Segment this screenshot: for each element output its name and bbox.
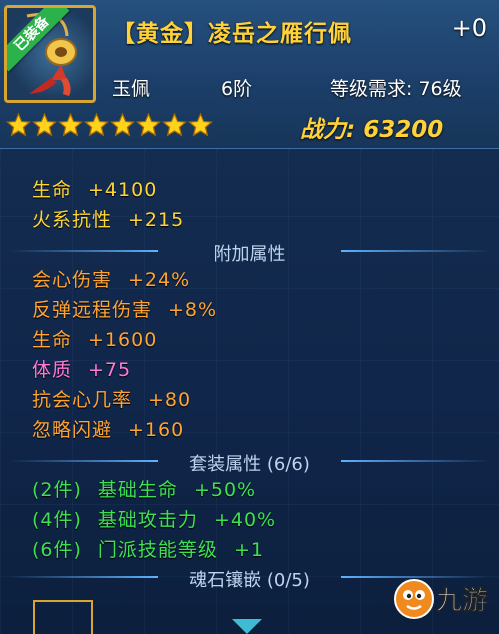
stat-value: +40% (213, 509, 277, 531)
stat-name: 生命 (32, 179, 73, 201)
bonus-stat-line: 会心伤害 +24% (32, 265, 190, 292)
watermark-logo-icon: 九游 (394, 579, 488, 619)
bonus-stat-line: 忽略闪避 +160 (32, 415, 184, 442)
section-bonus-divider: 附加属性 (0, 240, 499, 265)
section-bonus-title: 附加属性 (213, 244, 286, 265)
set-pieces: (2件) (32, 479, 82, 501)
stat-value: +50% (193, 479, 257, 501)
set-pieces: (4件) (32, 509, 82, 531)
bonus-stat-line: 抗会心几率 +80 (32, 385, 191, 412)
stat-name: 抗会心几率 (32, 389, 133, 411)
enhance-level: +0 (451, 14, 487, 42)
star-icon (136, 112, 161, 137)
stat-value: +75 (88, 359, 132, 381)
soul-stone-socket[interactable] (33, 600, 93, 634)
stat-value: +80 (148, 389, 192, 411)
stat-name: 门派技能等级 (97, 539, 218, 561)
stat-name: 生命 (32, 329, 73, 351)
combat-power-value: 63200 (363, 117, 444, 143)
scroll-down-arrow-icon[interactable] (232, 619, 262, 634)
stat-value: +160 (128, 419, 185, 441)
level-requirement: 等级需求: 76级 (330, 78, 462, 100)
base-stat-line: 火系抗性 +215 (32, 205, 184, 232)
star-icon (58, 112, 83, 137)
bonus-stat-line: 反弹远程伤害 +8% (32, 295, 217, 322)
combat-power-label: 战力: (300, 117, 356, 143)
site-watermark: 九游 (392, 575, 496, 623)
stat-name: 基础生命 (97, 479, 178, 501)
item-header: 已装备 【黄金】凌岳之雁行佩 +0 玉佩 6阶 等级需求: 76级 战力: 63… (0, 0, 499, 149)
star-icon (188, 112, 213, 137)
stat-value: +24% (128, 269, 191, 291)
section-set-divider: 套装属性 (6/6) (0, 450, 499, 475)
item-rank: 6阶 (221, 78, 253, 100)
divider-line (341, 250, 491, 252)
bonus-stat-line: 生命 +1600 (32, 325, 157, 352)
divider-line (341, 460, 491, 462)
star-icon (6, 112, 31, 137)
stat-value: +215 (128, 209, 185, 231)
star-icon (110, 112, 135, 137)
bonus-stat-line: 体质 +75 (32, 355, 131, 382)
star-icon (84, 112, 109, 137)
section-set-title: 套装属性 (6/6) (189, 454, 310, 475)
stat-value: +4100 (88, 179, 158, 201)
star-icon (32, 112, 57, 137)
watermark-text: 九游 (435, 586, 488, 616)
set-pieces: (6件) (32, 539, 82, 561)
stat-name: 反弹远程伤害 (32, 299, 153, 321)
item-title: 【黄金】凌岳之雁行佩 (112, 21, 352, 47)
stat-name: 忽略闪避 (32, 419, 113, 441)
stat-value: +1600 (88, 329, 158, 351)
set-stat-line: (2件) 基础生命 +50% (32, 475, 256, 502)
base-stat-line: 生命 +4100 (32, 175, 157, 202)
stat-name: 会心伤害 (32, 269, 113, 291)
stat-value: +8% (168, 299, 218, 321)
item-type: 玉佩 (112, 78, 151, 100)
stat-name: 基础攻击力 (97, 509, 198, 531)
combat-power: 战力: 63200 (300, 110, 443, 144)
item-tooltip-panel: 已装备 【黄金】凌岳之雁行佩 +0 玉佩 6阶 等级需求: 76级 战力: 63… (0, 0, 499, 634)
stat-name: 体质 (32, 359, 73, 381)
item-icon-frame[interactable]: 已装备 (4, 5, 96, 103)
set-stat-line: (4件) 基础攻击力 +40% (32, 505, 276, 532)
star-rating (6, 112, 240, 138)
star-icon (162, 112, 187, 137)
stat-value: +1 (233, 539, 264, 561)
stat-name: 火系抗性 (32, 209, 113, 231)
set-stat-line: (6件) 门派技能等级 +1 (32, 535, 264, 562)
